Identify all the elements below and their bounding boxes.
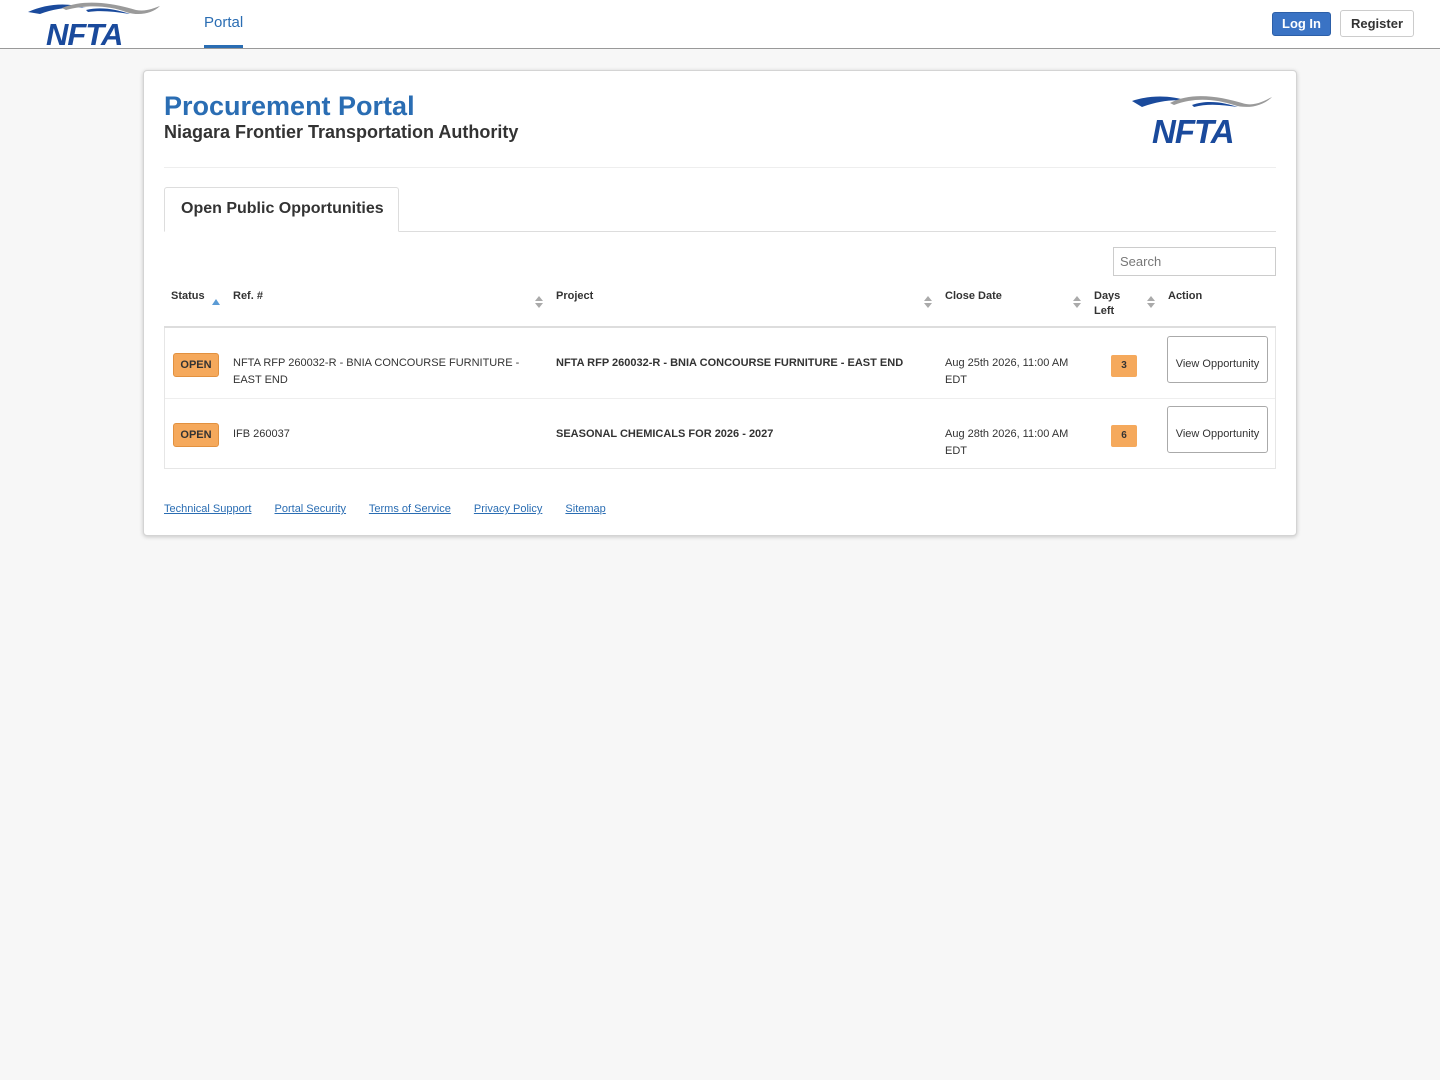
nfta-logo-icon: NFTA [1132, 96, 1272, 147]
svg-text:NFTA: NFTA [1152, 113, 1234, 147]
portal-security-link[interactable]: Portal Security [275, 503, 347, 515]
page-title: Procurement Portal [164, 91, 415, 121]
sort-both-icon[interactable] [924, 295, 932, 309]
project-name: NFTA RFP 260032-R - BNIA CONCOURSE FURNI… [556, 357, 904, 369]
page-subtitle: Niagara Frontier Transportation Authorit… [164, 122, 519, 142]
procurement-card: Procurement Portal Niagara Frontier Tran… [143, 70, 1297, 536]
view-opportunity-button[interactable]: View Opportunity [1167, 336, 1268, 383]
column-header-close-date[interactable]: Close Date [945, 289, 1002, 304]
ref-number: NFTA RFP 260032-R - BNIA CONCOURSE FURNI… [233, 357, 520, 386]
sort-both-icon[interactable] [535, 295, 543, 309]
close-date: Aug 25th 2026, 11:00 AM EDT [945, 357, 1069, 386]
sitemap-link[interactable]: Sitemap [565, 503, 605, 515]
footer-links: Technical Support Portal Security Terms … [164, 503, 626, 515]
view-opportunity-button[interactable]: View Opportunity [1167, 406, 1268, 453]
top-navbar: NFTA Portal Log In Register [0, 0, 1440, 49]
register-button[interactable]: Register [1340, 10, 1414, 37]
table-row: OPEN NFTA RFP 260032-R - BNIA CONCOURSE … [165, 328, 1275, 398]
nfta-logo-icon[interactable]: NFTA [26, 0, 162, 48]
column-header-days-left[interactable]: Days Left [1094, 289, 1128, 319]
ref-number: IFB 260037 [233, 428, 290, 440]
close-date: Aug 28th 2026, 11:00 AM EDT [945, 428, 1069, 457]
sort-asc-icon[interactable] [212, 295, 220, 309]
tab-open-public-opportunities[interactable]: Open Public Opportunities [164, 187, 399, 232]
column-header-project[interactable]: Project [556, 289, 593, 304]
technical-support-link[interactable]: Technical Support [164, 503, 251, 515]
svg-text:NFTA: NFTA [46, 17, 122, 48]
sort-both-icon[interactable] [1073, 295, 1081, 309]
privacy-policy-link[interactable]: Privacy Policy [474, 503, 542, 515]
column-header-action: Action [1168, 290, 1203, 302]
column-header-ref[interactable]: Ref. # [233, 289, 263, 304]
terms-of-service-link[interactable]: Terms of Service [369, 503, 451, 515]
status-badge: OPEN [173, 353, 219, 377]
days-left-badge: 6 [1111, 425, 1137, 447]
portal-tab[interactable]: Portal [204, 0, 244, 48]
table-body: OPEN NFTA RFP 260032-R - BNIA CONCOURSE … [164, 328, 1276, 469]
sort-both-icon[interactable] [1147, 295, 1155, 309]
status-badge: OPEN [173, 423, 219, 447]
login-button[interactable]: Log In [1272, 12, 1331, 36]
search-input[interactable] [1113, 247, 1276, 276]
column-header-status[interactable]: Status [171, 289, 205, 304]
header-divider [164, 167, 1276, 168]
table-row: OPEN IFB 260037 SEASONAL CHEMICALS FOR 2… [165, 398, 1275, 468]
days-left-badge: 3 [1111, 355, 1137, 377]
project-name: SEASONAL CHEMICALS FOR 2026 - 2027 [556, 428, 774, 440]
